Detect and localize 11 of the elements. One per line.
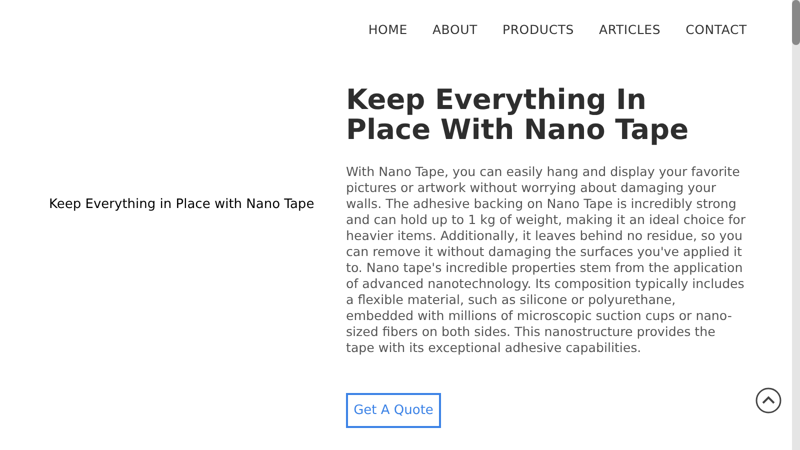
- scrollbar[interactable]: [792, 0, 800, 450]
- image-alt-text: Keep Everything in Place with Nano Tape: [49, 196, 314, 214]
- nav-link[interactable]: ARTICLES: [599, 21, 661, 40]
- scroll-to-top-icon[interactable]: [755, 387, 782, 414]
- quote-button[interactable]: Get A Quote: [346, 392, 441, 428]
- nav-link[interactable]: CONTACT: [686, 21, 747, 40]
- hero-heading: Keep Everything In Place With Nano Tape: [346, 84, 690, 145]
- nav-link[interactable]: ABOUT: [432, 21, 478, 40]
- hero-paragraph: With Nano Tape, you can easily hang and display your favorite pictures or artwork without worrying about damaging your walls. The adhesive backing on Nano Tape is incredibly strong and can hold up to 1 kg of weight, making it an ideal choice for heavier items. Additionally, it leaves behind no residue, so you can remove it without damaging the surfaces you've applied it to. Nano tape's incredible properties stem from the application of advanced nanotechnology. Its composition typically includes a flexible material, such as silicone or polyurethane, embedded with millions of microscopic suction cups or nano-sized fibers on both sides. This nanostructure provides the tape with its exceptional adhesive capabilities.: [346, 164, 746, 356]
- nav-link[interactable]: HOME: [368, 21, 408, 40]
- nav-link[interactable]: PRODUCTS: [502, 21, 574, 40]
